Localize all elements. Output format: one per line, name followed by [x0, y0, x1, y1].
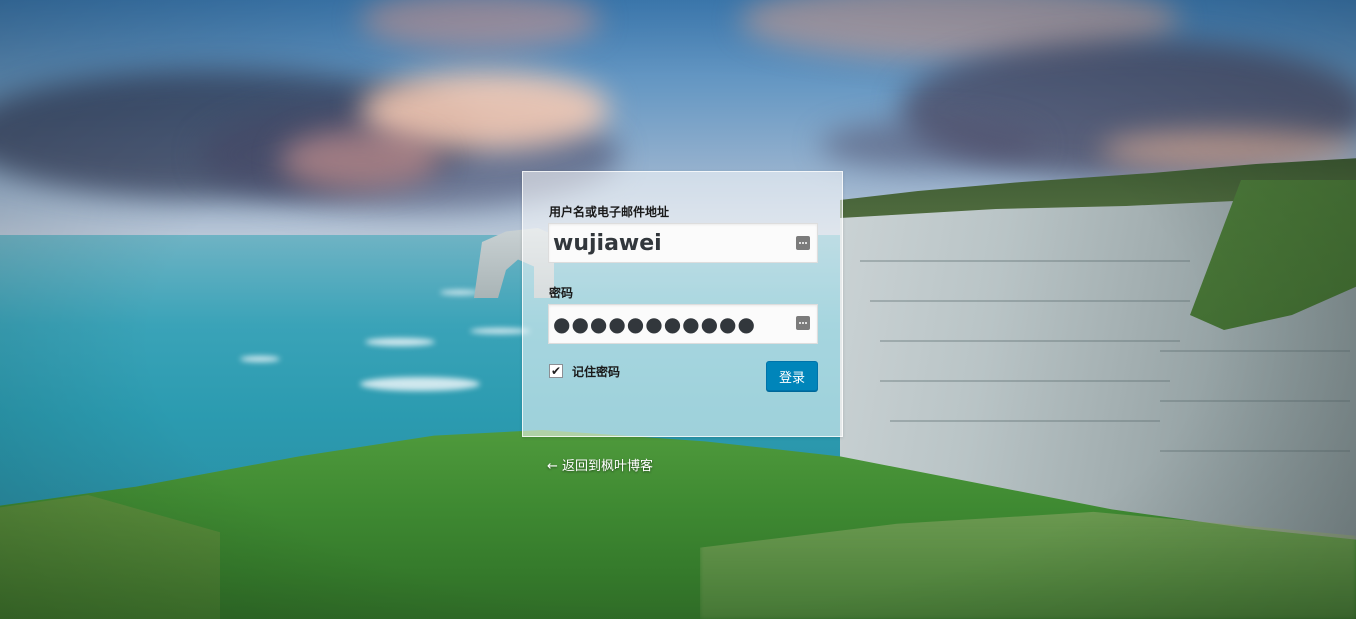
remember-me-label[interactable]: 记住密码 [572, 363, 620, 380]
login-button[interactable]: 登录 [766, 361, 818, 391]
remember-me-checkbox[interactable]: ✔ [549, 364, 563, 378]
password-manager-key-icon[interactable] [796, 316, 810, 330]
password-label: 密码 [549, 286, 574, 300]
username-input[interactable] [548, 223, 818, 263]
remember-me-row[interactable]: ✔ 记住密码 [549, 363, 620, 379]
password-manager-key-icon[interactable] [796, 236, 810, 250]
back-to-blog-link[interactable]: ← 返回到枫叶博客 [547, 455, 653, 474]
password-input[interactable] [548, 304, 818, 344]
login-form: 用户名或电子邮件地址 密码 ✔ 记住密码 登录 [522, 171, 843, 437]
username-label: 用户名或电子邮件地址 [549, 205, 670, 219]
